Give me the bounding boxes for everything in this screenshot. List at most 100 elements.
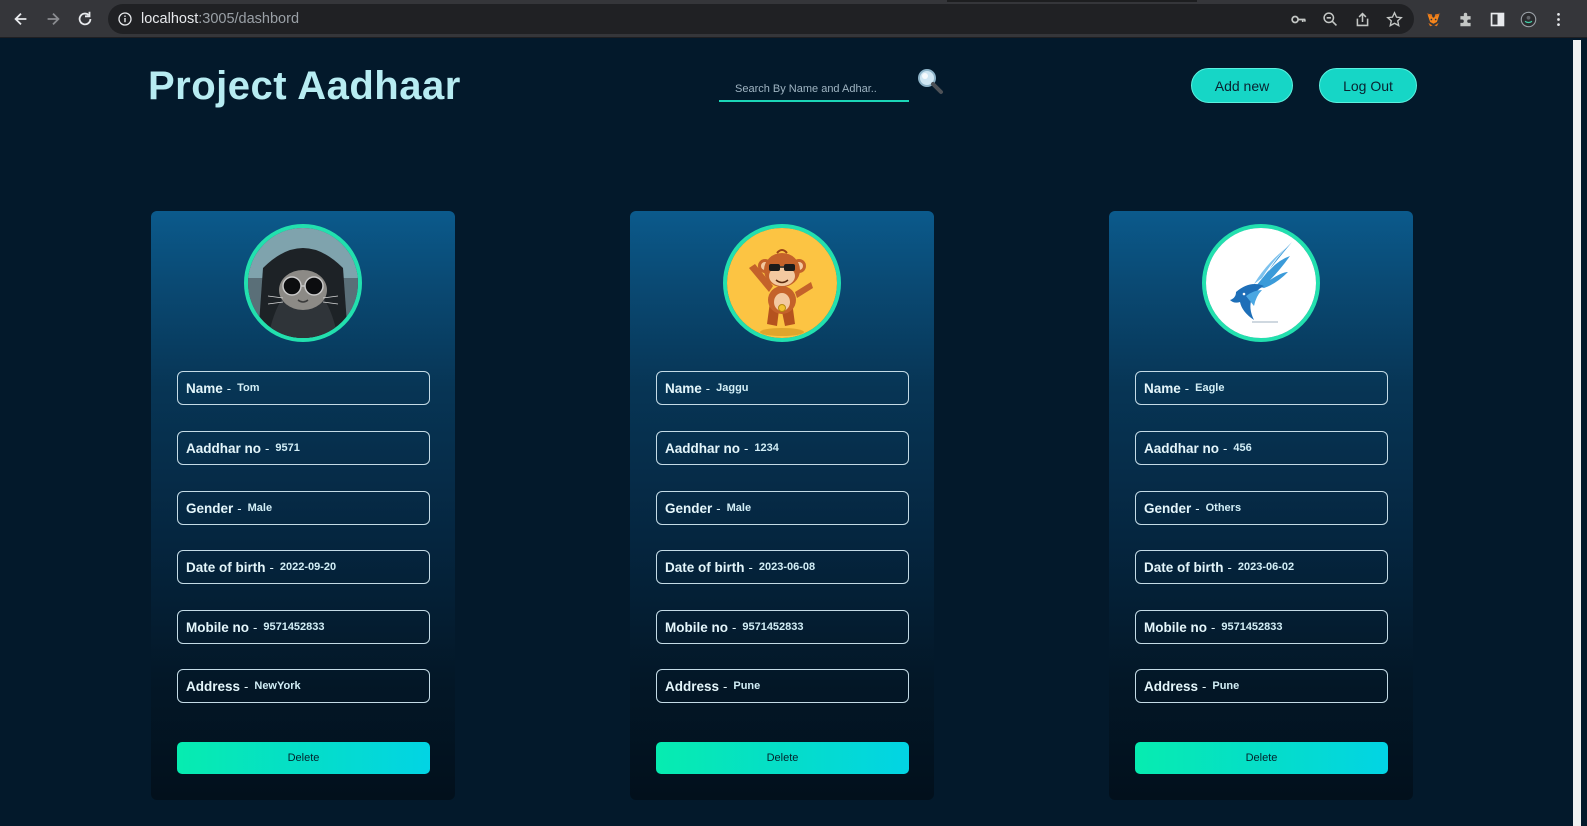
field-label: Date of birth <box>186 559 266 575</box>
field-separator: - <box>1202 678 1207 694</box>
browser-toolbar: localhost:3005/dashbord <box>0 0 1587 38</box>
user-card: Name - Eagle Aaddhar no -456 Gender - Others … <box>1109 211 1413 800</box>
dabbing-monkey-icon <box>727 228 837 338</box>
gender-field: Gender - Male <box>656 491 909 525</box>
address-field: Address - Pune <box>656 669 909 703</box>
mobile-value: 9571452833 <box>263 621 325 633</box>
dob-value: 2023-06-08 <box>758 561 816 573</box>
field-separator: - <box>732 619 737 635</box>
user-card: Name - Jaggu Aaddhar no -1234 Gender - Male D… <box>630 211 934 800</box>
bookmark-star-icon[interactable] <box>1384 9 1404 29</box>
site-info-icon[interactable] <box>118 12 132 26</box>
name-value: Tom <box>237 382 260 394</box>
side-panel-icon[interactable] <box>1487 9 1507 29</box>
field-label: Mobile no <box>665 619 728 635</box>
field-label: Aaddhar no <box>1144 440 1220 456</box>
field-label: Gender <box>665 500 713 516</box>
search-button[interactable] <box>914 66 946 98</box>
logout-button[interactable]: Log Out <box>1319 68 1417 103</box>
zoom-icon[interactable] <box>1320 9 1340 29</box>
mobile-field: Mobile no -9571452833 <box>1135 610 1388 644</box>
avatar <box>244 224 362 342</box>
blue-eagle-logo-icon <box>1206 228 1316 338</box>
field-separator: - <box>1211 619 1216 635</box>
delete-button[interactable]: Delete <box>1135 742 1388 774</box>
field-label: Name <box>1144 380 1181 396</box>
field-separator: - <box>244 678 249 694</box>
avatar <box>1202 224 1320 342</box>
name-field: Name - Tom <box>177 371 430 405</box>
name-value: Jaggu <box>716 382 749 394</box>
aadhar-field: Aaddhar no -456 <box>1135 431 1388 465</box>
browser-menu-icon[interactable] <box>1548 9 1568 29</box>
back-button[interactable] <box>8 6 34 32</box>
address-value: NewYork <box>254 680 301 692</box>
reload-button[interactable] <box>72 6 98 32</box>
field-separator: - <box>269 559 274 575</box>
profile-avatar-icon[interactable] <box>1518 9 1538 29</box>
dob-field: Date of birth -2023-06-08 <box>656 550 909 584</box>
page-scrollbar[interactable] <box>1567 38 1587 826</box>
url-text[interactable]: localhost:3005/dashbord <box>141 11 299 27</box>
dob-value: 2023-06-02 <box>1237 561 1295 573</box>
delete-button[interactable]: Delete <box>177 742 430 774</box>
field-label: Date of birth <box>665 559 745 575</box>
search-box <box>719 72 910 102</box>
gender-field: Gender - Male <box>177 491 430 525</box>
dob-field: Date of birth -2023-06-02 <box>1135 550 1388 584</box>
field-separator: - <box>226 380 232 396</box>
gender-field: Gender - Others <box>1135 491 1388 525</box>
url-host: localhost <box>141 11 199 27</box>
field-label: Address <box>186 678 241 694</box>
forward-arrow-icon <box>47 12 60 26</box>
tab-strip-edge <box>947 0 1197 2</box>
url-path: :3005/dashbord <box>198 11 300 27</box>
gender-value: Others <box>1205 502 1242 514</box>
page-title: Project Aadhaar <box>148 64 461 108</box>
field-separator: - <box>1184 380 1190 396</box>
field-label: Name <box>665 380 702 396</box>
field-label: Date of birth <box>1144 559 1224 575</box>
field-separator: - <box>716 500 721 516</box>
gender-value: Male <box>247 502 273 514</box>
field-label: Mobile no <box>186 619 249 635</box>
mobile-value: 9571452833 <box>1221 621 1283 633</box>
field-label: Address <box>665 678 720 694</box>
field-separator: - <box>1195 500 1200 516</box>
reload-icon <box>78 11 92 26</box>
address-field: Address - Pune <box>1135 669 1388 703</box>
field-label: Aaddhar no <box>665 440 741 456</box>
extensions-puzzle-icon[interactable] <box>1455 9 1475 29</box>
magnifier-icon <box>918 69 943 94</box>
address-field: Address - NewYork <box>177 669 430 703</box>
aadhar-value: 9571 <box>275 442 300 454</box>
field-label: Address <box>1144 678 1199 694</box>
forward-button[interactable] <box>40 6 66 32</box>
share-icon[interactable] <box>1352 9 1372 29</box>
field-separator: - <box>253 619 258 635</box>
aadhar-value: 1234 <box>754 442 779 454</box>
field-separator: - <box>705 380 711 396</box>
field-label: Gender <box>1144 500 1192 516</box>
field-separator: - <box>748 559 753 575</box>
avatar <box>723 224 841 342</box>
delete-button[interactable]: Delete <box>656 742 909 774</box>
field-label: Gender <box>186 500 234 516</box>
mobile-field: Mobile no -9571452833 <box>177 610 430 644</box>
address-value: Pune <box>733 680 761 692</box>
metamask-fox-icon[interactable] <box>1423 9 1443 29</box>
field-label: Mobile no <box>1144 619 1207 635</box>
search-input[interactable] <box>719 72 909 102</box>
address-value: Pune <box>1212 680 1240 692</box>
field-separator: - <box>1223 440 1228 456</box>
address-bar[interactable]: localhost:3005/dashbord <box>108 4 1414 34</box>
field-separator: - <box>744 440 749 456</box>
aadhar-value: 456 <box>1233 442 1252 454</box>
field-separator: - <box>237 500 242 516</box>
field-separator: - <box>265 440 270 456</box>
password-key-icon[interactable] <box>1288 9 1308 29</box>
dob-value: 2022-09-20 <box>279 561 337 573</box>
scrollbar-thumb[interactable] <box>1573 40 1581 826</box>
add-new-button[interactable]: Add new <box>1191 68 1293 103</box>
field-label: Aaddhar no <box>186 440 262 456</box>
